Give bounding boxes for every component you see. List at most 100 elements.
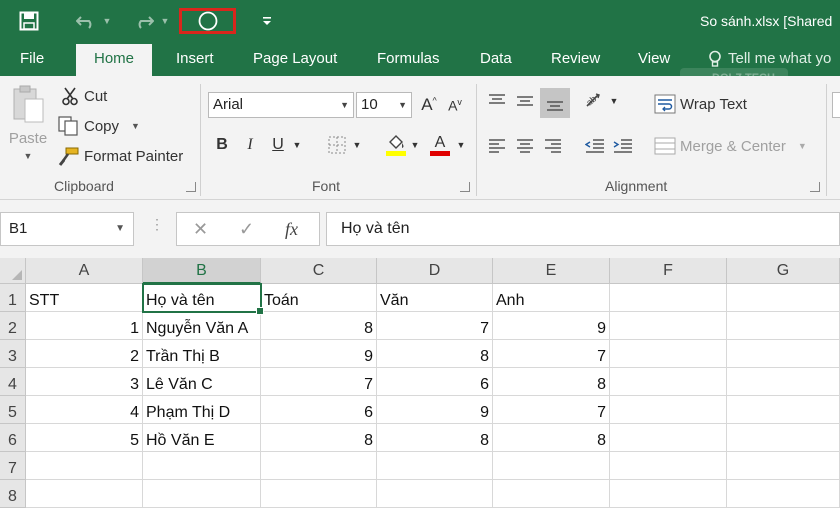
tab-data[interactable]: Data — [480, 42, 512, 76]
cell-g6[interactable] — [727, 424, 840, 452]
font-name-select[interactable]: Arial ▼ — [208, 92, 354, 118]
row-header-4[interactable]: 4 — [0, 368, 26, 396]
bold-button[interactable]: B — [212, 132, 232, 158]
cell-a1[interactable]: STT — [26, 284, 143, 312]
font-color-dropdown[interactable]: ▼ — [454, 132, 468, 158]
borders-dropdown[interactable]: ▼ — [350, 132, 364, 158]
font-color-button[interactable]: A — [428, 132, 452, 158]
tab-formulas[interactable]: Formulas — [377, 42, 440, 76]
cell-a8[interactable] — [26, 480, 143, 508]
cell-f6[interactable] — [610, 424, 727, 452]
tab-view[interactable]: View — [638, 42, 670, 76]
select-all-button[interactable] — [0, 258, 26, 284]
column-header-d[interactable]: D — [377, 258, 493, 284]
tell-me-box[interactable]: Tell me what yo — [708, 42, 831, 76]
cell-a6[interactable]: 5 — [26, 424, 143, 452]
cell-b4[interactable]: Lê Văn C — [143, 368, 261, 396]
cell-f5[interactable] — [610, 396, 727, 424]
cell-g2[interactable] — [727, 312, 840, 340]
paste-button[interactable]: Paste ▼ — [8, 84, 48, 174]
decrease-font-size-button[interactable]: Av — [444, 92, 466, 118]
cell-c4[interactable]: 7 — [261, 368, 377, 396]
cell-e5[interactable]: 7 — [493, 396, 610, 424]
row-header-5[interactable]: 5 — [0, 396, 26, 424]
cell-c1[interactable]: Toán — [261, 284, 377, 312]
cell-e4[interactable]: 8 — [493, 368, 610, 396]
cancel-icon[interactable]: ✕ — [193, 213, 208, 245]
cell-d8[interactable] — [377, 480, 493, 508]
cell-g3[interactable] — [727, 340, 840, 368]
cell-c7[interactable] — [261, 452, 377, 480]
formula-input[interactable]: Họ và tên — [326, 212, 840, 246]
cell-d1[interactable]: Văn — [377, 284, 493, 312]
align-right-button[interactable] — [540, 134, 566, 158]
name-box[interactable]: B1 ▼ — [0, 212, 134, 246]
cell-g8[interactable] — [727, 480, 840, 508]
row-header-3[interactable]: 3 — [0, 340, 26, 368]
decrease-indent-button[interactable] — [582, 134, 608, 158]
tab-file[interactable]: File — [20, 42, 44, 76]
cell-e1[interactable]: Anh — [493, 284, 610, 312]
undo-dropdown[interactable]: ▼ — [100, 8, 114, 34]
align-left-button[interactable] — [484, 134, 510, 158]
column-header-c[interactable]: C — [261, 258, 377, 284]
row-header-7[interactable]: 7 — [0, 452, 26, 480]
underline-button[interactable]: U — [268, 132, 288, 158]
cell-c6[interactable]: 8 — [261, 424, 377, 452]
clipboard-launcher-icon[interactable] — [186, 182, 196, 192]
middle-align-button[interactable] — [512, 88, 538, 114]
redo-button[interactable] — [130, 8, 158, 34]
cell-g5[interactable] — [727, 396, 840, 424]
bottom-align-button[interactable] — [540, 88, 570, 118]
drag-handle-icon[interactable]: ⋮ — [150, 216, 164, 233]
tab-insert[interactable]: Insert — [176, 42, 214, 76]
redo-dropdown[interactable]: ▼ — [158, 8, 172, 34]
cell-c2[interactable]: 8 — [261, 312, 377, 340]
cell-d5[interactable]: 9 — [377, 396, 493, 424]
row-header-1[interactable]: 1 — [0, 284, 26, 312]
cell-a2[interactable]: 1 — [26, 312, 143, 340]
fill-color-button[interactable] — [384, 132, 408, 158]
tab-home[interactable]: Home — [76, 44, 153, 76]
font-launcher-icon[interactable] — [460, 182, 470, 192]
circle-shape-button[interactable] — [179, 8, 236, 34]
cell-d7[interactable] — [377, 452, 493, 480]
italic-button[interactable]: I — [240, 132, 260, 158]
orientation-dropdown[interactable]: ▼ — [608, 88, 620, 114]
cell-b5[interactable]: Phạm Thị D — [143, 396, 261, 424]
cell-b1[interactable]: Họ và tên — [143, 284, 261, 312]
number-format-select[interactable] — [832, 92, 840, 118]
cell-e7[interactable] — [493, 452, 610, 480]
cell-g4[interactable] — [727, 368, 840, 396]
increase-indent-button[interactable] — [610, 134, 636, 158]
insert-function-button[interactable]: fx — [285, 213, 298, 245]
column-header-b[interactable]: B — [143, 258, 261, 284]
align-center-button[interactable] — [512, 134, 538, 158]
cell-b6[interactable]: Hồ Văn E — [143, 424, 261, 452]
column-header-f[interactable]: F — [610, 258, 727, 284]
save-button[interactable] — [14, 8, 44, 34]
row-header-6[interactable]: 6 — [0, 424, 26, 452]
column-header-a[interactable]: A — [26, 258, 143, 284]
orientation-button[interactable]: ab — [582, 88, 608, 114]
column-header-g[interactable]: G — [727, 258, 840, 284]
undo-button[interactable] — [72, 8, 100, 34]
cell-e3[interactable]: 7 — [493, 340, 610, 368]
cell-d2[interactable]: 7 — [377, 312, 493, 340]
alignment-launcher-icon[interactable] — [810, 182, 820, 192]
underline-dropdown[interactable]: ▼ — [290, 132, 304, 158]
cell-b2[interactable]: Nguyễn Văn A — [143, 312, 261, 340]
cell-c3[interactable]: 9 — [261, 340, 377, 368]
cell-b8[interactable] — [143, 480, 261, 508]
tab-page-layout[interactable]: Page Layout — [253, 42, 337, 76]
wrap-text-button[interactable]: Wrap Text — [654, 92, 747, 116]
cell-f7[interactable] — [610, 452, 727, 480]
enter-check-icon[interactable]: ✓ — [239, 213, 254, 245]
cut-button[interactable]: Cut — [60, 84, 107, 108]
tab-review[interactable]: Review — [551, 42, 600, 76]
fill-color-dropdown[interactable]: ▼ — [408, 132, 422, 158]
format-painter-button[interactable]: Format Painter — [58, 144, 183, 168]
row-header-8[interactable]: 8 — [0, 480, 26, 508]
cell-e6[interactable]: 8 — [493, 424, 610, 452]
cell-f8[interactable] — [610, 480, 727, 508]
